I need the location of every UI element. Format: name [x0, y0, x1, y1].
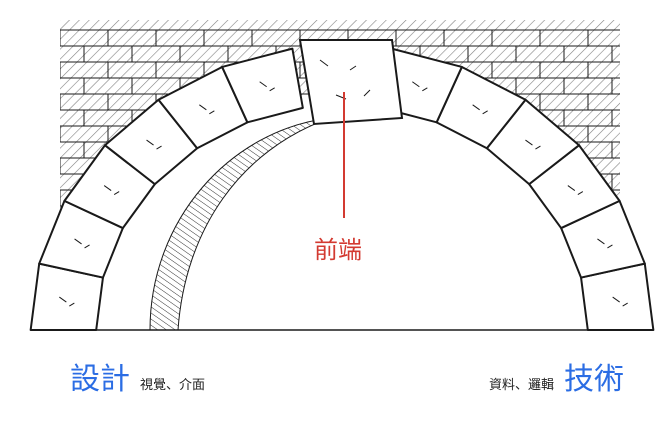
center-label: 前端: [314, 236, 362, 264]
keystone: [298, 39, 404, 126]
left-label-title: 設計: [70, 362, 130, 397]
right-label-group: 資料、邏輯 技術: [489, 354, 624, 398]
right-label-title: 技術: [564, 362, 624, 397]
left-label-subtitle: 視覺、介面: [140, 378, 206, 393]
right-label-subtitle: 資料、邏輯: [488, 378, 554, 393]
left-label-group: 設計 視覺、介面: [70, 354, 205, 398]
diagram-stage: 前端 設計 視覺、介面 資料、邏輯 技術: [0, 0, 664, 441]
